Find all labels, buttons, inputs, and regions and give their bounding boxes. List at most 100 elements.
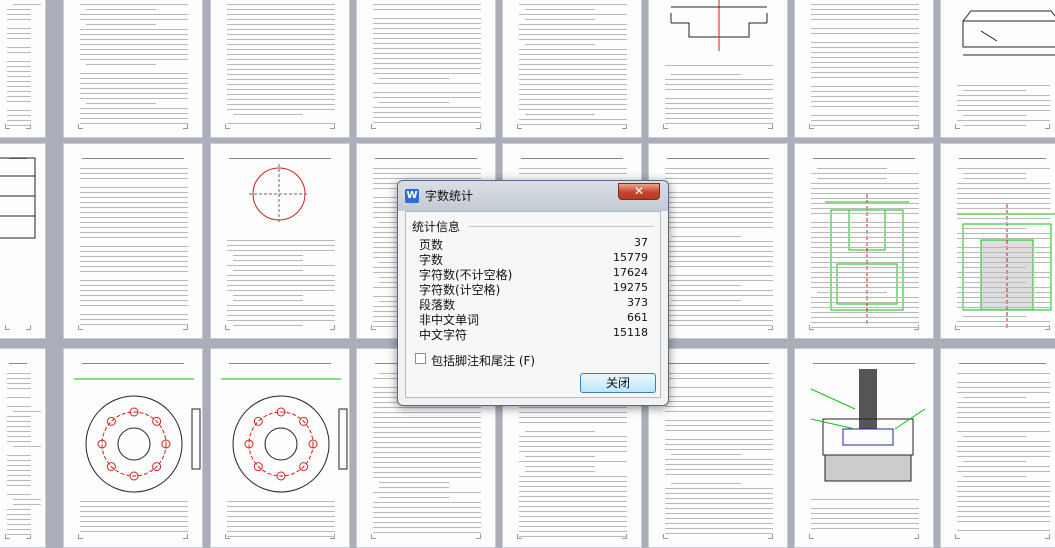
text-line (811, 77, 919, 78)
text-line (811, 208, 919, 209)
page-corner-mark (1045, 534, 1050, 539)
text-line (80, 123, 188, 124)
page-thumbnail[interactable] (0, 143, 46, 339)
page-thumbnail[interactable] (648, 143, 788, 339)
text-line (957, 441, 1050, 442)
text-line (80, 113, 188, 114)
page-corner-mark (955, 534, 960, 539)
text-line (519, 446, 627, 447)
text-line (373, 517, 481, 518)
page-thumbnail[interactable] (940, 0, 1055, 138)
text-line (519, 4, 627, 5)
text-line (7, 475, 31, 476)
text-line (7, 470, 31, 471)
text-line (80, 14, 188, 15)
page-thumbnail[interactable] (940, 143, 1055, 339)
text-line (519, 119, 627, 120)
text-line (957, 321, 1050, 322)
page-thumbnail[interactable] (356, 0, 496, 138)
text-line (665, 469, 773, 470)
page-thumbnail[interactable] (648, 348, 788, 548)
text-line (665, 207, 773, 208)
page-thumbnail[interactable] (210, 143, 350, 339)
page-thumbnail[interactable] (210, 0, 350, 138)
text-line (227, 14, 335, 15)
text-line (957, 451, 1050, 452)
page-corner-mark (371, 534, 376, 539)
close-button[interactable]: 关闭 (580, 373, 656, 393)
text-line (665, 320, 773, 321)
page-thumbnail[interactable] (63, 348, 203, 548)
text-line (957, 252, 1050, 253)
text-line (665, 251, 773, 252)
text-line (80, 246, 188, 247)
text-line (7, 436, 31, 437)
text-line (811, 173, 919, 174)
text-line (379, 102, 449, 103)
page-thumbnail[interactable] (794, 143, 934, 339)
text-line (811, 277, 919, 278)
text-line (817, 292, 887, 293)
text-line (13, 446, 41, 447)
text-line (811, 252, 919, 253)
text-line (665, 256, 773, 257)
text-line (665, 378, 773, 379)
dialog-title-bar[interactable]: W 字数统计 ✕ (398, 181, 668, 211)
text-line (811, 33, 919, 34)
text-line (373, 58, 481, 59)
text-line (519, 124, 627, 125)
stat-row-chinese-chars: 中文字符 15118 (419, 326, 648, 341)
stat-row-non-chinese-words: 非中文单词 661 (419, 311, 648, 326)
text-line (963, 316, 1026, 317)
text-line (519, 74, 627, 75)
text-line (665, 305, 773, 306)
text-line (519, 89, 627, 90)
text-line (7, 509, 31, 510)
text-line (373, 512, 481, 513)
close-icon[interactable]: ✕ (618, 183, 660, 200)
page-thumbnail[interactable] (648, 0, 788, 138)
text-line (811, 19, 919, 20)
group-separator (468, 226, 654, 227)
page-thumbnail[interactable] (210, 348, 350, 548)
text-line (957, 120, 1050, 121)
stat-row-words: 字数 15779 (419, 251, 648, 266)
include-footnotes-label[interactable]: 包括脚注和尾注 (F) (431, 352, 535, 369)
text-line (80, 98, 188, 99)
page-thumbnail[interactable] (0, 0, 46, 138)
text-line (80, 178, 188, 179)
text-line (665, 488, 773, 489)
text-line (519, 59, 627, 60)
text-line (957, 272, 1050, 273)
text-line (957, 95, 1050, 96)
text-line (519, 436, 627, 437)
text-line (7, 96, 31, 97)
text-line (519, 506, 627, 507)
text-line (519, 481, 627, 482)
page-thumbnail[interactable] (940, 348, 1055, 548)
page-thumbnail[interactable] (63, 0, 203, 138)
text-line (665, 439, 773, 440)
text-line (957, 307, 1050, 308)
text-line (80, 271, 188, 272)
page-thumbnail[interactable] (794, 348, 934, 548)
text-line (525, 114, 595, 115)
page-thumbnail[interactable] (502, 0, 642, 138)
page-thumbnail[interactable] (794, 0, 934, 138)
hotkey-hint: (F) (519, 354, 535, 368)
page-thumbnail[interactable] (63, 143, 203, 339)
text-line (80, 516, 188, 517)
page-header-rule (959, 363, 1046, 364)
text-line (519, 84, 627, 85)
text-line (957, 516, 1050, 517)
text-line (811, 247, 919, 248)
text-line (227, 285, 335, 286)
page-thumbnail[interactable] (0, 348, 46, 548)
text-line (80, 324, 188, 325)
text-line (13, 411, 41, 412)
include-footnotes-checkbox[interactable] (415, 353, 426, 364)
text-line (811, 91, 919, 92)
text-line (227, 79, 335, 80)
text-line (227, 511, 335, 512)
text-line (665, 178, 773, 179)
